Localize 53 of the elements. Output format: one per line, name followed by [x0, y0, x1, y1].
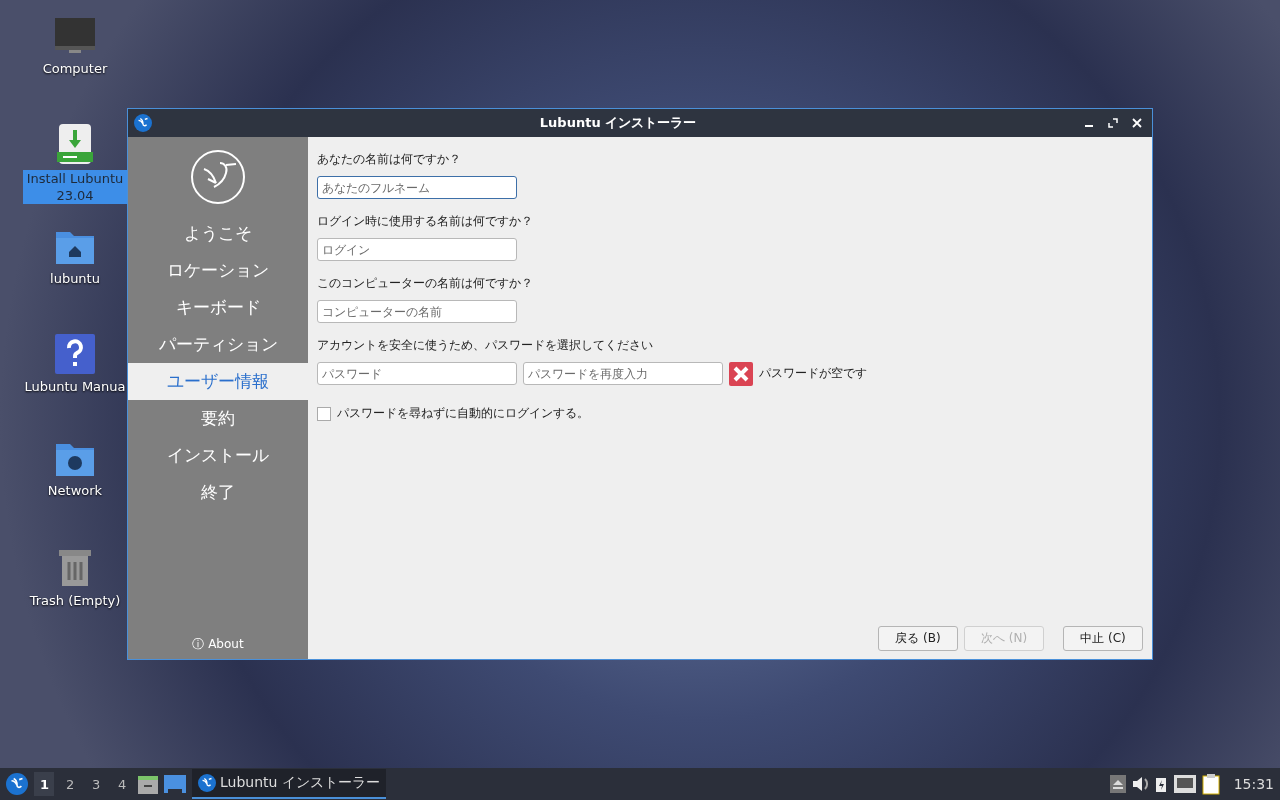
- desktop-icon-label[interactable]: lubuntu: [23, 270, 127, 287]
- sidebar-step: キーボード: [128, 289, 308, 326]
- sidebar-step: ロケーション: [128, 252, 308, 289]
- full-name-field[interactable]: あなたのフルネーム: [317, 176, 517, 199]
- computer-name-field[interactable]: コンピューターの名前: [317, 300, 517, 323]
- eject-icon[interactable]: [1109, 775, 1126, 793]
- lubuntu-logo-icon: [134, 114, 152, 132]
- password-error-text: パスワードが空です: [759, 365, 867, 382]
- workspace-button[interactable]: 1: [34, 772, 54, 796]
- window-title: Lubuntu インストーラー: [538, 114, 698, 132]
- bird-logo-icon: [190, 149, 246, 205]
- taskbar-task[interactable]: Lubuntu インストーラー: [192, 769, 386, 799]
- sidebar-step: パーティション: [128, 326, 308, 363]
- repeat-password-field[interactable]: パスワードを再度入力: [523, 362, 723, 385]
- desktop-icon-label[interactable]: Trash (Empty): [23, 592, 127, 609]
- lubuntu-logo-icon: [6, 773, 28, 795]
- file-cabinet-icon[interactable]: [138, 774, 158, 794]
- speaker-icon[interactable]: [1131, 776, 1150, 792]
- network-port-icon[interactable]: [1173, 775, 1196, 793]
- show-desktop-icon[interactable]: [164, 775, 186, 793]
- login-field[interactable]: ログイン: [317, 238, 517, 261]
- sidebar-step: 終了: [128, 474, 308, 511]
- sidebar-step: 要約: [128, 400, 308, 437]
- name-label: あなたの名前は何ですか？: [317, 151, 462, 168]
- autologin-label: パスワードを尋ねずに自動的にログインする。: [337, 405, 589, 422]
- install-download-icon: [55, 122, 95, 166]
- workspace-button[interactable]: 3: [86, 772, 106, 796]
- monitor-icon: [53, 16, 97, 56]
- wizard-button[interactable]: 中止 (C): [1063, 626, 1143, 651]
- login-label: ログイン時に使用する名前は何ですか？: [317, 213, 534, 230]
- about-link[interactable]: ⓘ About: [128, 636, 308, 659]
- close-icon[interactable]: [1132, 118, 1142, 128]
- desktop-icon-label[interactable]: Computer: [23, 60, 127, 77]
- sidebar-step: インストール: [128, 437, 308, 474]
- desktop-icon-label[interactable]: Network: [23, 482, 127, 499]
- desktop-icon-label[interactable]: Lubuntu Manua: [23, 378, 127, 395]
- sidebar-step: ようこそ: [128, 215, 308, 252]
- battery-icon[interactable]: [1155, 776, 1168, 792]
- desktop-icon-label[interactable]: Install Lubuntu 23.04: [23, 170, 127, 204]
- wizard-button[interactable]: 戻る (B): [878, 626, 958, 651]
- clipboard-icon[interactable]: [1201, 773, 1222, 795]
- password-field[interactable]: パスワード: [317, 362, 517, 385]
- error-cross-icon: [729, 362, 753, 386]
- sidebar-step: ユーザー情報: [128, 363, 308, 400]
- clock: 15:31: [1233, 776, 1274, 792]
- question-mark-icon: [55, 334, 95, 374]
- workspace-button[interactable]: 2: [60, 772, 80, 796]
- maximize-icon[interactable]: [1108, 118, 1118, 128]
- lubuntu-logo-icon: [198, 774, 216, 792]
- computer-name-label: このコンピューターの名前は何ですか？: [317, 275, 534, 292]
- password-label: アカウントを安全に使うため、パスワードを選択してください: [317, 337, 654, 354]
- autologin-checkbox[interactable]: [317, 406, 331, 421]
- workspace-button[interactable]: 4: [112, 772, 132, 796]
